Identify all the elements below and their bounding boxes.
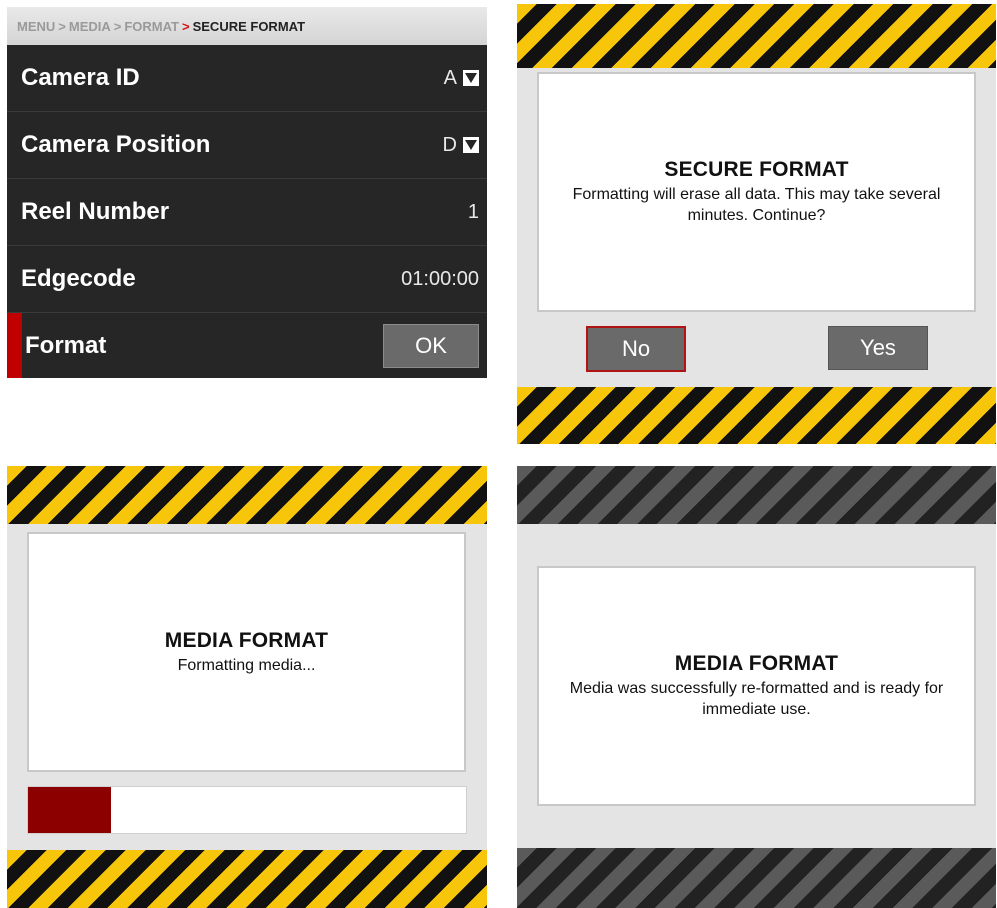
menu-row-camera-position[interactable]: Camera Position D	[7, 112, 487, 179]
hazard-stripes-top	[517, 4, 996, 68]
menu-row-label: Reel Number	[21, 198, 170, 225]
menu-row-format[interactable]: Format OK	[7, 313, 487, 378]
confirm-dialog: SECURE FORMAT Formatting will erase all …	[537, 72, 976, 312]
hazard-stripes-bottom	[517, 848, 996, 908]
breadcrumb-format[interactable]: FORMAT	[124, 19, 179, 34]
breadcrumb-menu[interactable]: MENU	[17, 19, 55, 34]
hazard-stripes-bottom	[517, 387, 996, 444]
reel-number-value: 1	[467, 200, 479, 223]
menu-row-camera-id[interactable]: Camera ID A	[7, 45, 487, 112]
dialog-title: MEDIA FORMAT	[164, 628, 329, 652]
dropdown-value: D	[442, 133, 457, 156]
breadcrumb-separator: >	[58, 18, 66, 34]
chevron-down-icon[interactable]	[463, 137, 479, 153]
menu-row-reel-number[interactable]: Reel Number 1	[7, 179, 487, 246]
dialog-title: SECURE FORMAT	[664, 158, 849, 181]
format-ok-button[interactable]: OK	[383, 324, 479, 368]
camera-id-dropdown[interactable]: A	[444, 67, 479, 90]
format-progress-bar	[27, 786, 467, 834]
breadcrumb-current: SECURE FORMAT	[192, 18, 306, 34]
dialog-message: Formatting media...	[177, 656, 316, 674]
dialog-message: Media was successfully re-formatted and …	[569, 680, 944, 718]
breadcrumb-media[interactable]: MEDIA	[69, 19, 111, 34]
menu-row-label: Format	[25, 332, 107, 359]
secure-format-menu: MENU > MEDIA > FORMAT > SECURE FORMAT Ca…	[7, 7, 487, 378]
progress-dialog: MEDIA FORMAT Formatting media...	[27, 532, 466, 772]
menu-row-label: Camera Position	[21, 131, 211, 158]
dropdown-value: A	[443, 66, 457, 89]
menu-row-label: Camera ID	[21, 64, 140, 91]
dialog-title: MEDIA FORMAT	[674, 652, 839, 675]
selection-indicator	[7, 313, 22, 378]
progress-fill	[28, 787, 112, 833]
chevron-down-icon[interactable]	[463, 70, 479, 86]
yes-button[interactable]: Yes	[828, 326, 928, 370]
success-dialog: MEDIA FORMAT Media was successfully re-f…	[537, 566, 976, 806]
media-format-progress-screen: MEDIA FORMAT Formatting media...	[7, 466, 487, 908]
camera-position-dropdown[interactable]: D	[443, 134, 479, 157]
edgecode-value: 01:00:00	[401, 267, 479, 290]
dialog-message: Formatting will erase all data. This may…	[572, 186, 941, 224]
no-button[interactable]: No	[586, 326, 686, 372]
hazard-stripes-bottom	[7, 850, 487, 908]
hazard-stripes-top	[517, 466, 996, 524]
secure-format-confirm-screen: SECURE FORMAT Formatting will erase all …	[517, 4, 996, 444]
breadcrumb-separator-current: >	[182, 18, 190, 34]
media-format-success-screen: MEDIA FORMAT Media was successfully re-f…	[517, 466, 996, 908]
menu-row-edgecode[interactable]: Edgecode 01:00:00	[7, 246, 487, 313]
hazard-stripes-top	[7, 466, 487, 524]
breadcrumb-separator: >	[113, 18, 122, 34]
menu-row-label: Edgecode	[21, 265, 136, 292]
breadcrumb: MENU > MEDIA > FORMAT > SECURE FORMAT	[7, 7, 487, 45]
